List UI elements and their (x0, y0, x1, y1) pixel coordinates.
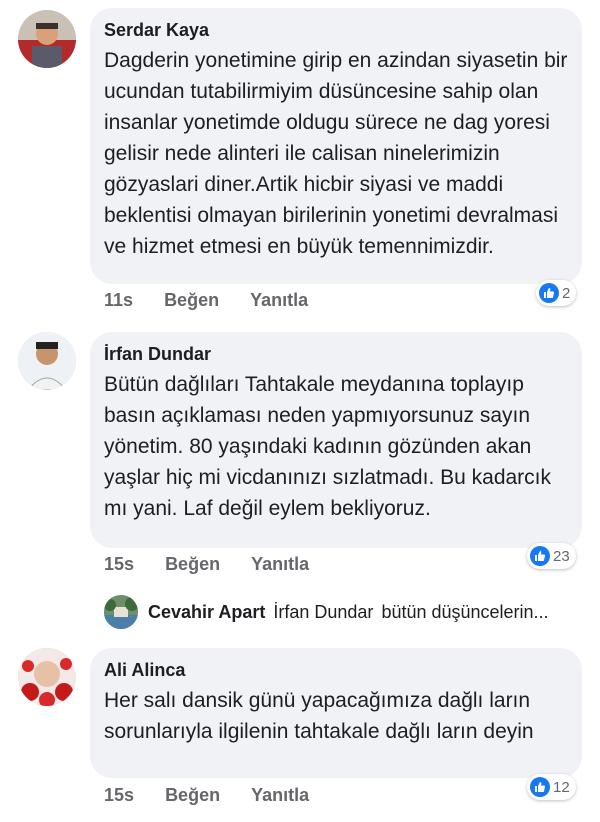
comment-actions: 15s Beğen Yanıtla (104, 554, 335, 575)
user-photo-icon (18, 648, 76, 706)
reply-text: bütün düşüncelerin... (381, 601, 549, 622)
comment-time: 15s (104, 785, 135, 805)
comment-text: Dagderin yonetimine girip en azindan siy… (104, 49, 568, 258)
avatar[interactable] (18, 648, 76, 706)
reaction-count: 23 (553, 547, 570, 565)
like-icon (530, 777, 550, 797)
user-photo-icon (104, 595, 138, 629)
comment-author[interactable]: Serdar Kaya (104, 20, 568, 41)
comment-bubble: Serdar Kaya Dagderin yonetimine girip en… (90, 8, 582, 284)
avatar[interactable] (104, 595, 138, 629)
reaction-badge[interactable]: 2 (536, 280, 577, 306)
reply-button[interactable]: Yanıtla (251, 554, 309, 575)
comment-bubble: Ali Alinca Her salı dansik günü yapacağı… (90, 648, 582, 778)
reaction-badge[interactable]: 12 (527, 774, 576, 800)
comment-text: Bütün dağlıları Tahtakale meydanına topl… (104, 373, 551, 520)
reply-mention[interactable]: İrfan Dundar (273, 602, 373, 623)
comment-author[interactable]: Ali Alinca (104, 660, 568, 681)
comment-time: 15s (104, 554, 135, 574)
like-button[interactable]: Beğen (165, 554, 220, 575)
comment-text: Her salı dansik günü yapacağımıza dağlı … (104, 689, 534, 743)
comment-actions: 15s Beğen Yanıtla (104, 785, 335, 806)
avatar[interactable] (18, 10, 76, 68)
reaction-count: 12 (553, 778, 570, 796)
reply-button[interactable]: Yanıtla (250, 290, 308, 311)
comment-author[interactable]: İrfan Dundar (104, 344, 568, 365)
like-button[interactable]: Beğen (164, 290, 219, 311)
reply-preview[interactable]: Cevahir Apart İrfan Dundar bütün düşünce… (104, 594, 549, 630)
avatar[interactable] (18, 332, 76, 390)
like-icon (530, 546, 550, 566)
comment-actions: 11s Beğen Yanıtla (104, 290, 334, 311)
comment-time: 11s (104, 290, 134, 310)
user-photo-icon (18, 10, 76, 68)
like-icon (539, 283, 559, 303)
user-photo-icon (18, 332, 76, 390)
reaction-badge[interactable]: 23 (527, 543, 576, 569)
like-button[interactable]: Beğen (165, 785, 220, 806)
reaction-count: 2 (562, 284, 571, 302)
reply-author[interactable]: Cevahir Apart (148, 602, 265, 623)
reply-button[interactable]: Yanıtla (251, 785, 309, 806)
comment-bubble: İrfan Dundar Bütün dağlıları Tahtakale m… (90, 332, 582, 548)
